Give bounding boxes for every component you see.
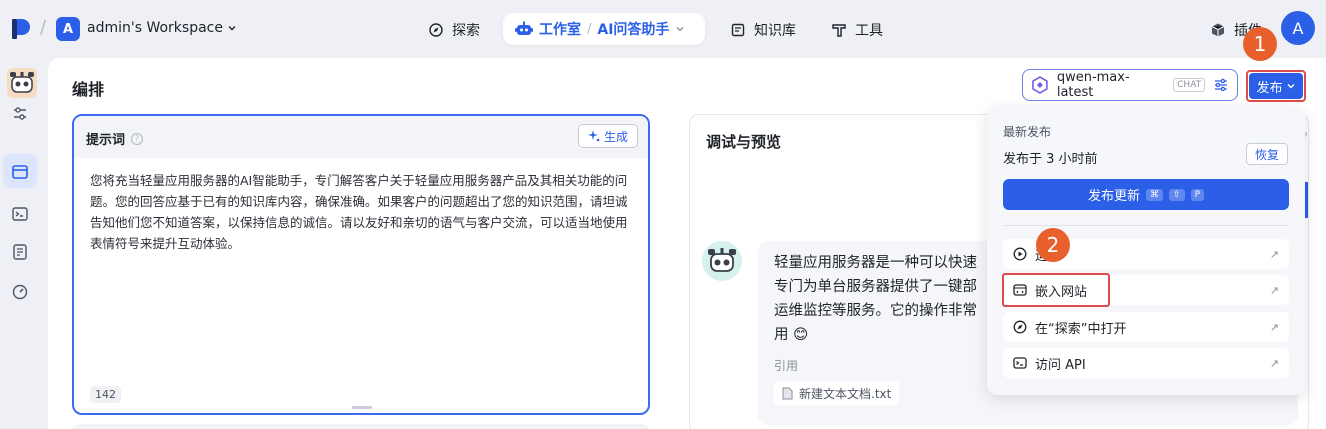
step-badge-2: 2 bbox=[1036, 228, 1070, 262]
reference-label: 引用 bbox=[774, 359, 799, 373]
prompt-textarea[interactable]: 您将充当轻量应用服务器的AI智能助手，专门解答客户关于轻量应用服务器产品及其相关… bbox=[90, 170, 634, 254]
prompt-panel[interactable]: 提示词 ? 生成 您将充当轻量应用服务器的AI智能助手，专门解答客户关于轻量应用… bbox=[72, 114, 650, 415]
file-icon bbox=[782, 387, 793, 399]
publish-button[interactable]: 发布 bbox=[1249, 73, 1303, 99]
step-badge-1: 1 bbox=[1243, 27, 1277, 61]
terminal-icon[interactable] bbox=[10, 204, 30, 224]
prompt-title: 提示词 ? bbox=[86, 129, 144, 148]
chevron-down-icon bbox=[676, 27, 684, 32]
external-link-icon: ↗ bbox=[1269, 356, 1279, 370]
nav-knowledge[interactable]: 知识库 bbox=[730, 20, 796, 40]
chevron-down-icon bbox=[1287, 84, 1294, 89]
next-section-edge bbox=[72, 424, 650, 429]
publish-update-button[interactable]: 发布更新 ⌘ ⇧ P bbox=[1003, 179, 1289, 210]
app-logo-icon[interactable] bbox=[10, 18, 32, 40]
embed-highlight-box bbox=[1002, 273, 1110, 307]
reference-file-name: 新建文本文档.txt bbox=[799, 386, 892, 401]
user-avatar[interactable]: A bbox=[1281, 11, 1315, 45]
bot-avatar-icon[interactable] bbox=[7, 68, 37, 98]
shortcut-key: ⌘ bbox=[1146, 188, 1164, 201]
model-logo-icon bbox=[1032, 76, 1048, 94]
help-icon[interactable]: ? bbox=[131, 132, 144, 145]
published-time: 发布于 3 小时前 bbox=[1003, 152, 1098, 167]
debug-title: 调试与预览 bbox=[706, 133, 782, 151]
reference-file[interactable]: 新建文本文档.txt bbox=[774, 381, 900, 405]
menu-item-api[interactable]: 访问 API ↗ bbox=[1003, 348, 1289, 378]
publish-label: 发布 bbox=[1256, 80, 1283, 96]
workspace-name: admin's Workspace bbox=[87, 20, 223, 36]
left-rail bbox=[0, 58, 48, 429]
robot-icon bbox=[515, 21, 533, 35]
nav-separator: / bbox=[587, 21, 592, 37]
restore-button[interactable]: 恢复 bbox=[1246, 143, 1288, 165]
workspace-avatar[interactable]: A bbox=[56, 17, 80, 41]
compass-icon bbox=[1013, 320, 1027, 334]
model-selector[interactable]: qwen-max-latest CHAT bbox=[1022, 69, 1238, 101]
sliders-icon[interactable] bbox=[10, 104, 30, 124]
menu-item-open-explore[interactable]: 在“探索”中打开 ↗ bbox=[1003, 312, 1289, 342]
hammer-icon bbox=[832, 24, 846, 37]
nav-explore-label: 探索 bbox=[452, 23, 480, 39]
breadcrumb-separator: / bbox=[40, 17, 47, 38]
settings-sliders-icon[interactable] bbox=[1213, 77, 1229, 93]
workspace-switcher[interactable]: admin's Workspace bbox=[87, 20, 237, 36]
help-icon: ? bbox=[1302, 130, 1326, 143]
external-link-icon: ↗ bbox=[1269, 320, 1279, 334]
nav-studio-label: 工作室 bbox=[539, 22, 581, 38]
external-link-icon: ↗ bbox=[1269, 247, 1279, 261]
nav-app-name: AI问答助手 bbox=[597, 22, 670, 38]
book-icon bbox=[731, 23, 745, 37]
model-name: qwen-max-latest bbox=[1056, 70, 1130, 100]
char-count: 142 bbox=[90, 386, 121, 403]
nav-studio-pill[interactable]: 工作室 / AI问答助手 bbox=[503, 13, 705, 45]
latest-publish-label: 最新发布 bbox=[1003, 125, 1052, 139]
shortcut-key: ⇧ bbox=[1169, 188, 1185, 201]
bot-avatar-icon bbox=[702, 241, 742, 281]
generate-button[interactable]: 生成 bbox=[578, 124, 638, 148]
prompt-title-label: 提示词 bbox=[86, 133, 126, 148]
publish-dropdown: 最新发布 发布于 3 小时前 恢复 发布更新 ⌘ ⇧ P 运行 ↗ 嵌入网站 ↗… bbox=[987, 107, 1305, 395]
nav-tools[interactable]: 工具 bbox=[831, 20, 883, 40]
terminal-icon bbox=[1013, 357, 1027, 369]
play-circle-icon bbox=[1013, 247, 1027, 261]
cube-icon bbox=[1211, 23, 1225, 37]
generate-label: 生成 bbox=[603, 129, 628, 144]
document-list-icon[interactable] bbox=[10, 242, 30, 262]
nav-tools-label: 工具 bbox=[855, 23, 883, 39]
dropdown-divider bbox=[1003, 225, 1289, 226]
nav-knowledge-label: 知识库 bbox=[754, 23, 796, 39]
menu-item-label: 在“探索”中打开 bbox=[1035, 321, 1127, 337]
nav-explore[interactable]: 探索 bbox=[428, 20, 480, 40]
prompt-header bbox=[74, 116, 648, 158]
window-icon[interactable] bbox=[10, 162, 30, 182]
shortcut-key: P bbox=[1190, 188, 1204, 201]
chevron-down-icon bbox=[228, 26, 236, 31]
page-title: 编排 bbox=[72, 80, 105, 99]
external-link-icon: ↗ bbox=[1269, 283, 1279, 297]
menu-item-label: 访问 API bbox=[1035, 357, 1086, 373]
publish-update-label: 发布更新 bbox=[1088, 189, 1141, 204]
top-bar: / A admin's Workspace 探索 工作室 / AI问答助手 知识… bbox=[0, 0, 1326, 58]
gauge-icon[interactable] bbox=[10, 282, 30, 302]
model-type-tag: CHAT bbox=[1173, 78, 1206, 92]
sparkle-icon bbox=[587, 130, 600, 142]
compass-icon bbox=[429, 23, 443, 37]
resize-handle[interactable] bbox=[352, 406, 372, 409]
